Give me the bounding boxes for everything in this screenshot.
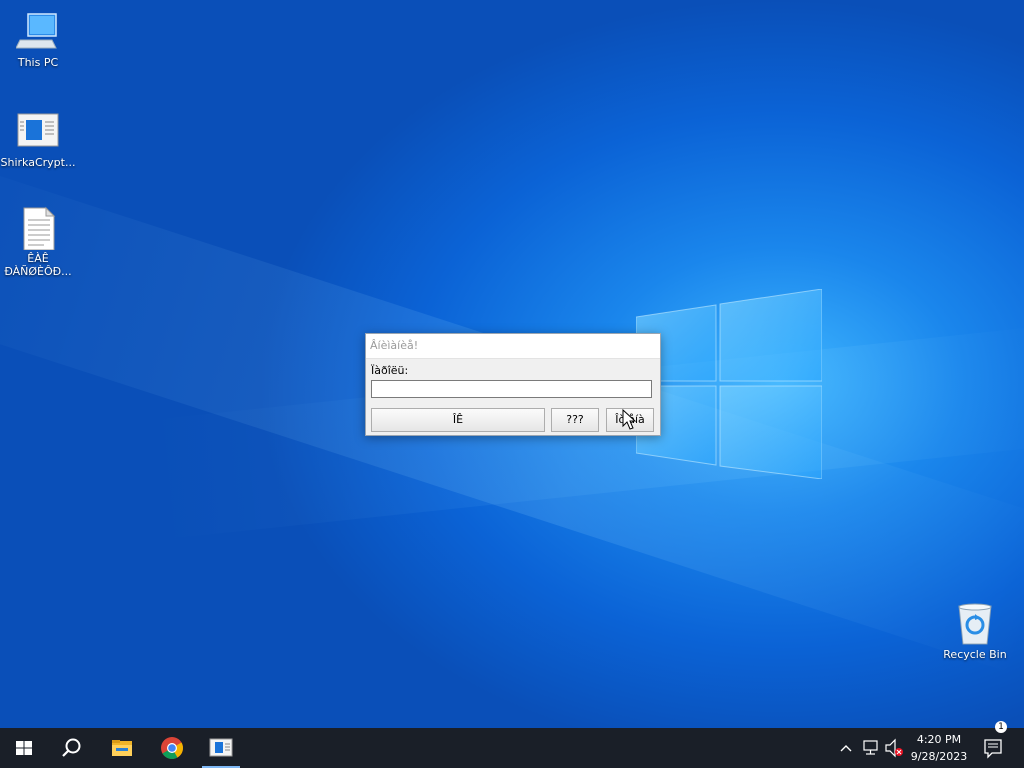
ok-button[interactable]: ÎÊ <box>371 408 545 432</box>
mouse-cursor-icon <box>622 409 636 430</box>
search-button[interactable] <box>48 728 96 768</box>
text-document-icon <box>23 206 56 251</box>
notification-center-icon[interactable] <box>982 728 1004 768</box>
password-label: Ïàðîëü: <box>371 364 409 377</box>
dialog-title: Âíèìàíèå! <box>366 334 660 359</box>
chrome-button[interactable] <box>148 728 196 768</box>
shirkacrypt-taskbar-button[interactable] <box>197 728 245 768</box>
clock-time: 4:20 PM <box>916 733 962 746</box>
windows-logo-wallpaper-icon <box>636 289 822 479</box>
desktop-icon-text-document[interactable]: ÊÀÊ ÐÀÑØÈÔÐ... <box>0 206 76 278</box>
file-explorer-icon <box>112 740 132 756</box>
system-clock[interactable]: 4:20 PM 9/28/2023 <box>905 731 973 765</box>
desktop-icon-shirkacrypt[interactable]: ShirkaCrypt... <box>0 110 76 169</box>
file-explorer-button[interactable] <box>98 728 146 768</box>
notification-count-badge: 1 <box>995 721 1007 733</box>
password-input[interactable] <box>371 380 652 398</box>
desktop-icon-label: ÊÀÊ ÐÀÑØÈÔÐ... <box>4 252 72 278</box>
desktop-icon-label: This PC <box>17 56 59 69</box>
desktop-icon-label: Recycle Bin <box>943 648 1007 661</box>
search-icon <box>62 738 81 757</box>
desktop-icon-label: ShirkaCrypt... <box>0 156 76 169</box>
help-button[interactable]: ??? <box>551 408 599 432</box>
windows-start-icon <box>16 741 32 755</box>
app-window-icon <box>209 738 233 757</box>
chrome-icon <box>161 737 183 759</box>
network-icon[interactable] <box>862 728 880 768</box>
computer-icon <box>15 13 57 49</box>
desktop-icon-this-pc[interactable]: This PC <box>0 10 76 69</box>
chevron-up-icon[interactable] <box>838 728 854 768</box>
password-dialog: Âíèìàíèå! Ïàðîëü: ÎÊ ??? Îòìåíà <box>365 333 661 436</box>
app-window-icon <box>17 113 59 147</box>
taskbar: 4:20 PM 9/28/2023 1 <box>0 721 1024 768</box>
clock-date: 9/28/2023 <box>910 750 968 763</box>
volume-muted-icon[interactable] <box>884 728 904 768</box>
start-button[interactable] <box>0 728 48 768</box>
recycle-bin-icon <box>958 603 992 645</box>
desktop-icon-recycle-bin[interactable]: Recycle Bin <box>937 602 1013 661</box>
